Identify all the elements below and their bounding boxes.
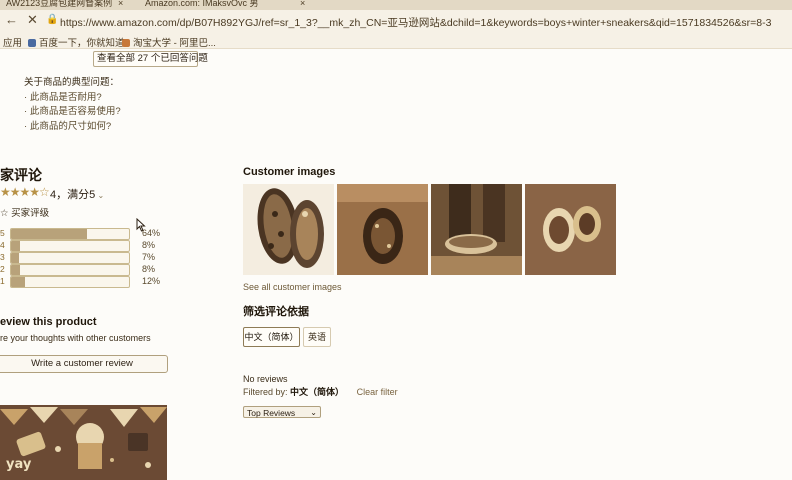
write-review-button[interactable]: Write a customer review <box>0 355 168 373</box>
review-this-product-heading: eview this product <box>0 316 97 328</box>
no-reviews-text: No reviews <box>243 374 288 384</box>
bookmark-taobao-label: 淘宝大学 - 阿里巴... <box>133 38 216 49</box>
histogram-star-label: 1 <box>0 276 5 286</box>
back-arrow-icon[interactable]: ← <box>5 13 18 27</box>
banner-text: yay <box>6 457 32 472</box>
tab-1[interactable]: AW2123豆腐包建网督案例 <box>6 0 116 10</box>
histogram-bar-fill <box>11 241 21 251</box>
rating-value: 4，满分5 <box>50 189 96 201</box>
chevron-down-icon: ⌄ <box>95 191 105 200</box>
rating-text[interactable]: 4，满分5 ⌄ <box>50 186 104 202</box>
histogram-star-label: 5 <box>0 228 5 238</box>
histogram-percent[interactable]: 8% <box>142 264 155 274</box>
question-item[interactable]: · 此商品是否容易使用? <box>24 103 121 117</box>
mouse-cursor-icon <box>136 218 146 232</box>
lock-icon: 🔒 <box>46 14 59 25</box>
histogram-row[interactable]: 1 12% <box>0 276 170 288</box>
url-field[interactable]: https://www.amazon.com/dp/B07H892YGJ/ref… <box>60 15 780 30</box>
question-text[interactable]: 此商品是否容易使用? <box>30 106 121 117</box>
global-ratings-label: 买家评级 <box>11 208 50 219</box>
histogram-row[interactable]: 3 7% <box>0 252 170 264</box>
question-item[interactable]: · 此商品是否耐用? <box>24 89 102 103</box>
bookmark-apps-label: 应用 <box>3 38 23 49</box>
question-item[interactable]: · 此商品的尺寸如何? <box>24 118 111 132</box>
histogram-percent[interactable]: 8% <box>142 240 155 250</box>
histogram-percent[interactable]: 12% <box>142 276 160 286</box>
tab-bar: AW2123豆腐包建网督案例 × Amazon.com: IMaksvOvc 男… <box>0 0 792 10</box>
histogram-row[interactable]: 4 8% <box>0 240 170 252</box>
filtered-by-line: Filtered by: 中文（简体） Clear filter <box>243 385 398 398</box>
histogram-bar[interactable] <box>10 276 130 288</box>
bookmark-baidu[interactable]: 百度一下，你就知道 <box>28 35 125 49</box>
tab-2[interactable]: Amazon.com: IMaksvOvc 男 <box>145 0 295 10</box>
shoe-on-floor-image <box>337 184 428 275</box>
stop-icon[interactable]: ✕ <box>27 13 38 27</box>
question-text[interactable]: 此商品的尺寸如何? <box>30 121 111 132</box>
filter-english-button[interactable]: 英语 <box>303 327 331 347</box>
taobao-icon <box>122 39 130 47</box>
customer-image-1[interactable] <box>243 184 334 275</box>
customer-images-heading: Customer images <box>243 166 336 178</box>
bookmark-baidu-label: 百度一下，你就知道 <box>39 38 125 49</box>
histogram-bar[interactable] <box>10 228 130 240</box>
histogram-star-label: 2 <box>0 264 5 274</box>
shoes-pair-image <box>525 184 616 275</box>
baidu-icon <box>28 39 36 47</box>
filter-chinese-button[interactable]: 中文（简体） <box>243 327 300 347</box>
histogram-row[interactable]: 2 8% <box>0 264 170 276</box>
histogram-bar[interactable] <box>10 264 130 276</box>
bookmark-apps[interactable]: 应用 <box>3 35 22 49</box>
filtered-by-value: 中文（简体） <box>290 387 345 397</box>
histogram-bar-fill <box>11 253 20 263</box>
global-ratings-count: ☆ 买家评级 <box>0 208 50 219</box>
histogram-star-label: 3 <box>0 252 5 262</box>
customer-image-2[interactable] <box>337 184 428 275</box>
customer-image-4[interactable] <box>525 184 616 275</box>
tab-1-close-icon[interactable]: × <box>118 0 123 8</box>
question-text[interactable]: 此商品是否耐用? <box>30 92 102 103</box>
see-all-questions-button[interactable]: 查看全部 27 个已回答问题 <box>93 51 208 67</box>
sort-reviews-select[interactable]: Top Reviews ⌄ <box>243 406 321 418</box>
customer-reviews-heading: 家评论 <box>0 167 42 183</box>
typical-questions-title: 关于商品的典型问题： <box>24 77 120 88</box>
histogram-percent[interactable]: 7% <box>142 252 155 262</box>
histogram-bar[interactable] <box>10 252 130 264</box>
sort-value: Top Reviews <box>247 408 296 418</box>
share-thoughts-text: re your thoughts with other customers <box>0 333 151 343</box>
shoes-image <box>243 184 334 275</box>
filter-reviews-heading: 筛选评论依据 <box>243 306 309 318</box>
tab-2-close-icon[interactable]: × <box>300 0 305 8</box>
promo-banner[interactable]: yay <box>0 405 167 480</box>
clear-filter-link[interactable]: Clear filter <box>357 387 398 397</box>
bookmark-taobao[interactable]: 淘宝大学 - 阿里巴... <box>122 35 216 49</box>
see-all-customer-images-link[interactable]: See all customer images <box>243 282 342 292</box>
histogram-bar-fill <box>11 229 87 239</box>
address-bar: ← ✕ 🔒 https://www.amazon.com/dp/B07H892Y… <box>0 10 792 32</box>
histogram-bar[interactable] <box>10 240 130 252</box>
histogram-bar-fill <box>11 277 26 287</box>
star-rating-icon[interactable]: ★★★★☆ <box>0 185 50 199</box>
bookmarks-bar: 应用 百度一下，你就知道 淘宝大学 - 阿里巴... <box>0 32 792 49</box>
histogram-bar-fill <box>11 265 21 275</box>
shoe-worn-image <box>431 184 522 275</box>
chevron-down-icon: ⌄ <box>310 408 317 417</box>
customer-image-3[interactable] <box>431 184 522 275</box>
filtered-by-label: Filtered by: <box>243 387 288 397</box>
histogram-star-label: 4 <box>0 240 5 250</box>
